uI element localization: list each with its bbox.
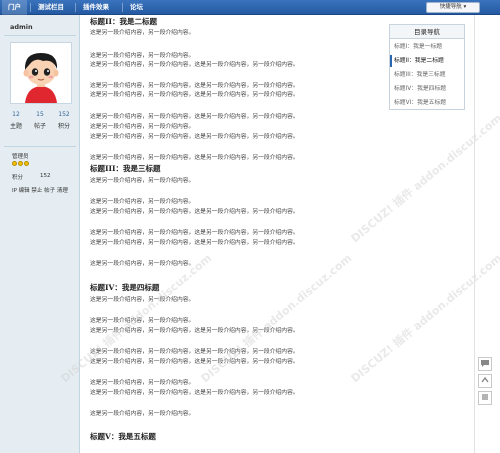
toc-panel: 目录导航 标题I：我是一标题 标题II：我是二标题 标题III：我是三标题 标题… [389, 24, 465, 110]
nav-divider [30, 3, 31, 12]
comment-icon [481, 360, 489, 367]
back-to-top-icon[interactable] [478, 374, 492, 388]
toc-title: 目录导航 [390, 25, 464, 39]
paragraph-line: 这是另一段介绍内容，另一段介绍内容，这是另一段介绍内容，另一段介绍内容。 [90, 62, 299, 68]
author-username[interactable]: admin [10, 23, 33, 31]
comment-icon[interactable] [478, 357, 492, 371]
avatar[interactable] [10, 42, 72, 104]
page-edge-divider [474, 15, 475, 453]
stat-value: 12 [12, 111, 20, 118]
stat-topics[interactable]: 12 主题 [4, 111, 28, 130]
toc-item-4[interactable]: 标题IV：我是四标题 [390, 83, 464, 95]
watermark-logo: DISCUZ! 插件 addon.discuz.com [348, 111, 500, 246]
paragraph-line: 这是另一段介绍内容，另一段介绍内容，这是另一段介绍内容，另一段介绍内容。 [90, 114, 299, 120]
heading-level-3: 标题III：我是三标题 [90, 164, 161, 173]
points-row: 积分 152 [12, 173, 51, 181]
nav-item-forum[interactable]: 论坛 [124, 0, 149, 15]
paragraph-line: 这是另一段介绍内容，另一段介绍内容。 [90, 199, 195, 205]
nav-divider [122, 3, 123, 12]
paragraph-line: 这是另一段介绍内容，另一段介绍内容，这是另一段介绍内容，另一段介绍内容。 [90, 230, 299, 236]
paragraph-line: 这是另一段介绍内容，另一段介绍内容，这是另一段介绍内容，另一段介绍内容。 [90, 390, 299, 396]
author-profile-panel: admin 12 主题 15 帖子 152 积分 管理员 积分 152 IP 编… [0, 15, 80, 453]
paragraph-line: 这是另一段介绍内容，另一段介绍内容。 [90, 261, 195, 267]
points-label: 积分 [12, 175, 24, 181]
star-icon [18, 161, 23, 166]
paragraph-line: 这是另一段介绍内容，另一段介绍内容。 [90, 124, 195, 130]
nav-item-portal[interactable]: 门户 [2, 0, 27, 15]
rank-stars [12, 161, 30, 168]
toc-item-2[interactable]: 标题II：我是二标题 [390, 55, 464, 67]
nav-divider [75, 3, 76, 12]
paragraph-line: 这是另一段介绍内容，另一段介绍内容。 [90, 53, 195, 59]
avatar-cartoon-icon [11, 43, 71, 103]
paragraph-line: 这是另一段介绍内容，另一段介绍内容，这是另一段介绍内容，另一段介绍内容。 [90, 349, 299, 355]
stat-label: 帖子 [33, 123, 46, 130]
list-icon[interactable] [478, 391, 492, 405]
toc-item-5[interactable]: 标题VI：我是五标题 [390, 97, 464, 109]
points-value: 152 [40, 173, 51, 179]
paragraph-line: 这是另一段介绍内容，另一段介绍内容。 [90, 30, 195, 36]
star-icon [24, 161, 29, 166]
paragraph-line: 这是另一段介绍内容，另一段介绍内容，这是另一段介绍内容，另一段介绍内容。 [90, 359, 299, 365]
list-icon [482, 394, 488, 400]
user-group[interactable]: 管理员 [12, 152, 29, 160]
quick-nav-button[interactable]: 快捷导航 ▾ [426, 2, 480, 13]
stat-posts[interactable]: 15 帖子 [28, 111, 52, 130]
nav-item-test-column[interactable]: 测试栏目 [32, 0, 70, 15]
toc-item-1[interactable]: 标题I：我是一标题 [390, 41, 464, 53]
admin-actions[interactable]: IP 编辑 禁止 帖子 清理 [12, 186, 68, 194]
divider [4, 35, 76, 36]
stat-value: 152 [58, 111, 70, 118]
nav-item-plugin-effects[interactable]: 插件效果 [77, 0, 115, 15]
divider [4, 146, 76, 147]
stat-points[interactable]: 152 积分 [52, 111, 76, 130]
stat-value: 15 [36, 111, 44, 118]
paragraph-line: 这是另一段介绍内容，另一段介绍内容，这是另一段介绍内容，另一段介绍内容。 [90, 83, 299, 89]
paragraph-line: 这是另一段介绍内容，另一段介绍内容，这是另一段介绍内容，另一段介绍内容。 [90, 240, 299, 246]
paragraph-line: 这是另一段介绍内容，另一段介绍内容，这是另一段介绍内容，另一段介绍内容。 [90, 134, 299, 140]
toc-item-3[interactable]: 标题III：我是三标题 [390, 69, 464, 81]
paragraph-line: 这是另一段介绍内容，另一段介绍内容。 [90, 380, 195, 386]
top-navigation-bar: 门户 测试栏目 插件效果 论坛 快捷导航 ▾ [0, 0, 500, 15]
chevron-up-icon [481, 376, 489, 383]
paragraph-line: 这是另一段介绍内容，另一段介绍内容。 [90, 411, 195, 417]
watermark-logo: DISCUZ! 插件 addon.discuz.com [198, 251, 355, 386]
paragraph-line: 这是另一段介绍内容，另一段介绍内容，这是另一段介绍内容，另一段介绍内容。 [90, 209, 299, 215]
paragraph-line: 这是另一段介绍内容，另一段介绍内容。 [90, 178, 195, 184]
heading-level-2: 标题II：我是二标题 [90, 17, 158, 26]
heading-level-5: 标题V：我是五标题 [90, 432, 156, 441]
heading-level-4: 标题IV：我是四标题 [90, 283, 160, 292]
paragraph-line: 这是另一段介绍内容，另一段介绍内容，这是另一段介绍内容，另一段介绍内容。 [90, 155, 299, 161]
stat-label: 积分 [57, 123, 70, 130]
star-icon [12, 161, 17, 166]
stat-label: 主题 [9, 123, 22, 130]
paragraph-line: 这是另一段介绍内容，另一段介绍内容，这是另一段介绍内容，另一段介绍内容。 [90, 92, 299, 98]
